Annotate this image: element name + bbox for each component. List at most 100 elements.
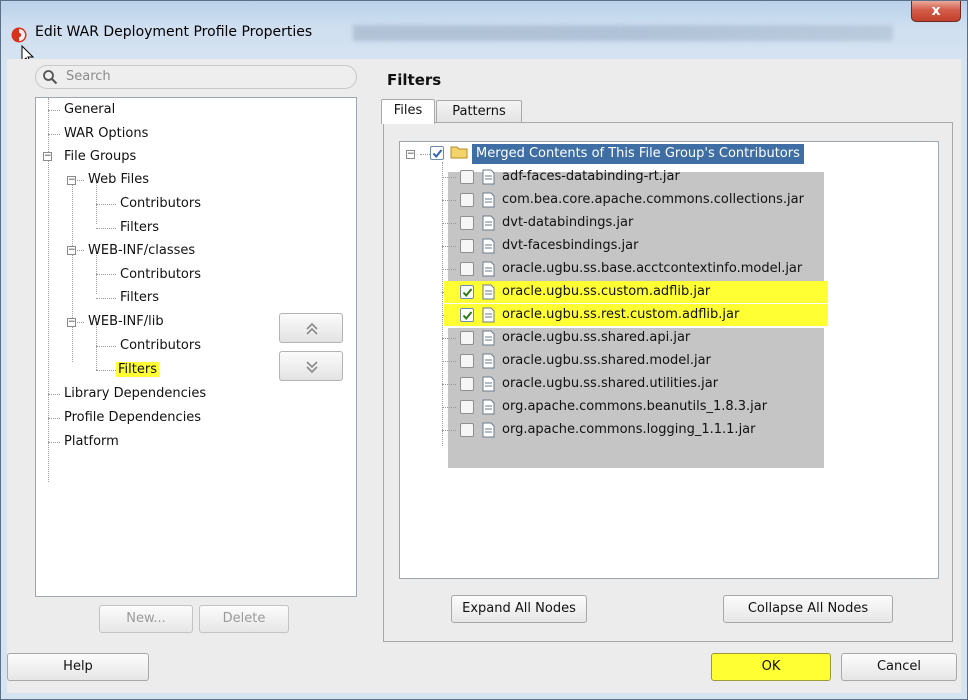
close-button[interactable]: x	[911, 1, 961, 22]
tree-item-label: WAR Options	[64, 126, 149, 141]
checkbox-unchecked[interactable]	[460, 400, 474, 414]
tree-item-label: Filters	[120, 220, 159, 235]
tree-connector	[48, 418, 60, 419]
collapse-all-button[interactable]: Collapse All Nodes	[723, 595, 893, 623]
tree-connector	[48, 442, 60, 443]
folder-icon	[450, 146, 468, 159]
panel-title: Filters	[387, 71, 442, 89]
tree-connector	[96, 298, 116, 299]
tree-item-war-options[interactable]: WAR Options	[62, 124, 150, 144]
tree-item-contributors[interactable]: Contributors	[118, 336, 203, 356]
tree-connector	[48, 134, 60, 135]
merged-contents-node[interactable]: Merged Contents of This File Group's Con…	[472, 144, 804, 164]
collapse-icon[interactable]: −	[43, 152, 52, 161]
collapse-icon[interactable]: −	[67, 246, 76, 255]
tree-item-filters[interactable]: Filters	[118, 288, 161, 308]
checkbox-unchecked[interactable]	[460, 423, 474, 437]
file-list-item[interactable]: oracle.ugbu.ss.rest.custom.adflib.jar	[444, 304, 828, 326]
tree-item-web-inf-lib[interactable]: WEB-INF/lib	[86, 312, 166, 332]
navigation-tree[interactable]: − − − − General WAR Options File Groups …	[35, 97, 357, 597]
tree-item-label: Contributors	[120, 267, 201, 282]
collapse-icon[interactable]: −	[406, 150, 415, 159]
checkbox-unchecked[interactable]	[460, 377, 474, 391]
checkbox-unchecked[interactable]	[460, 262, 474, 276]
file-list-item[interactable]: oracle.ugbu.ss.custom.adflib.jar	[444, 281, 828, 303]
window-title: Edit WAR Deployment Profile Properties	[35, 24, 313, 40]
double-chevron-up-icon	[306, 322, 318, 335]
tree-connector	[96, 204, 116, 205]
jar-file-icon	[482, 399, 495, 415]
tree-connector	[442, 200, 456, 201]
title-bar[interactable]: Edit WAR Deployment Profile Properties x	[1, 1, 967, 66]
checkbox-checked[interactable]	[460, 308, 474, 322]
file-name: adf-faces-databinding-rt.jar	[502, 169, 680, 184]
tree-item-label: Filters	[116, 362, 159, 377]
checkbox-checked[interactable]	[460, 285, 474, 299]
tree-connector	[72, 176, 73, 362]
tree-item-filters[interactable]: Filters	[118, 218, 161, 238]
delete-button[interactable]: Delete	[199, 605, 289, 633]
jar-file-icon	[482, 192, 495, 208]
search-input[interactable]: Search	[35, 65, 357, 89]
tree-connector	[442, 223, 456, 224]
jar-file-icon	[482, 238, 495, 254]
tree-item-platform[interactable]: Platform	[62, 432, 121, 452]
checkbox-checked[interactable]	[430, 146, 444, 160]
search-icon	[43, 70, 58, 85]
jar-file-icon	[482, 284, 495, 300]
tree-connector	[96, 228, 116, 229]
checkbox-unchecked[interactable]	[460, 354, 474, 368]
tree-connector	[442, 162, 443, 446]
checkbox-unchecked[interactable]	[460, 193, 474, 207]
tree-item-profile-dependencies[interactable]: Profile Dependencies	[62, 408, 203, 428]
tree-item-contributors[interactable]: Contributors	[118, 265, 203, 285]
tree-item-filters-selected[interactable]: Filters	[116, 360, 159, 380]
tree-item-contributors[interactable]: Contributors	[118, 194, 203, 214]
help-button[interactable]: Help	[7, 653, 149, 681]
tree-item-label: Web Files	[88, 172, 150, 187]
collapse-icon[interactable]: −	[67, 318, 76, 327]
tree-connector	[442, 407, 456, 408]
checkbox-unchecked[interactable]	[460, 331, 474, 345]
dialog-body: Search − − − − General WAR Options File …	[7, 59, 961, 693]
tree-item-web-inf-classes[interactable]: WEB-INF/classes	[86, 241, 197, 261]
file-name: com.bea.core.apache.commons.collections.…	[502, 192, 804, 207]
file-name: oracle.ugbu.ss.rest.custom.adflib.jar	[502, 307, 740, 322]
tree-item-label: Profile Dependencies	[64, 410, 202, 425]
checkbox-unchecked[interactable]	[460, 239, 474, 253]
cancel-button[interactable]: Cancel	[841, 653, 957, 681]
tree-item-web-files[interactable]: Web Files	[86, 170, 151, 190]
jar-file-icon	[482, 353, 495, 369]
tab-files[interactable]: Files	[381, 99, 435, 124]
expand-all-button[interactable]: Expand All Nodes	[451, 595, 587, 623]
double-chevron-down-icon	[306, 361, 318, 374]
tab-patterns[interactable]: Patterns	[436, 100, 522, 124]
ok-button[interactable]: OK	[711, 653, 831, 681]
tree-connector	[442, 384, 456, 385]
jar-file-icon	[482, 422, 495, 438]
tree-connector	[96, 346, 116, 347]
file-name: oracle.ugbu.ss.base.acctcontextinfo.mode…	[502, 261, 803, 276]
tree-item-general[interactable]: General	[62, 100, 117, 120]
tree-item-label: WEB-INF/classes	[88, 243, 196, 258]
jar-file-icon	[482, 215, 495, 231]
jar-file-icon	[482, 307, 495, 323]
file-name: oracle.ugbu.ss.shared.utilities.jar	[502, 376, 719, 391]
tree-connector	[48, 110, 60, 111]
checkbox-unchecked[interactable]	[460, 216, 474, 230]
tree-item-file-groups[interactable]: File Groups	[62, 147, 138, 167]
checkbox-unchecked[interactable]	[460, 170, 474, 184]
tree-item-label: General	[64, 102, 116, 117]
tree-connector	[442, 361, 456, 362]
search-placeholder: Search	[66, 69, 111, 84]
file-tree[interactable]: − Merged Contents of This File Group's C…	[399, 141, 939, 579]
tree-item-library-dependencies[interactable]: Library Dependencies	[62, 384, 208, 404]
collapse-icon[interactable]: −	[67, 176, 76, 185]
move-down-button[interactable]	[279, 351, 343, 381]
checkmark-icon	[462, 311, 473, 321]
new-button[interactable]: New...	[99, 605, 193, 633]
tree-item-label: Platform	[64, 434, 119, 449]
move-up-button[interactable]	[279, 313, 343, 343]
tree-item-label: File Groups	[64, 149, 137, 164]
tree-connector	[442, 177, 456, 178]
